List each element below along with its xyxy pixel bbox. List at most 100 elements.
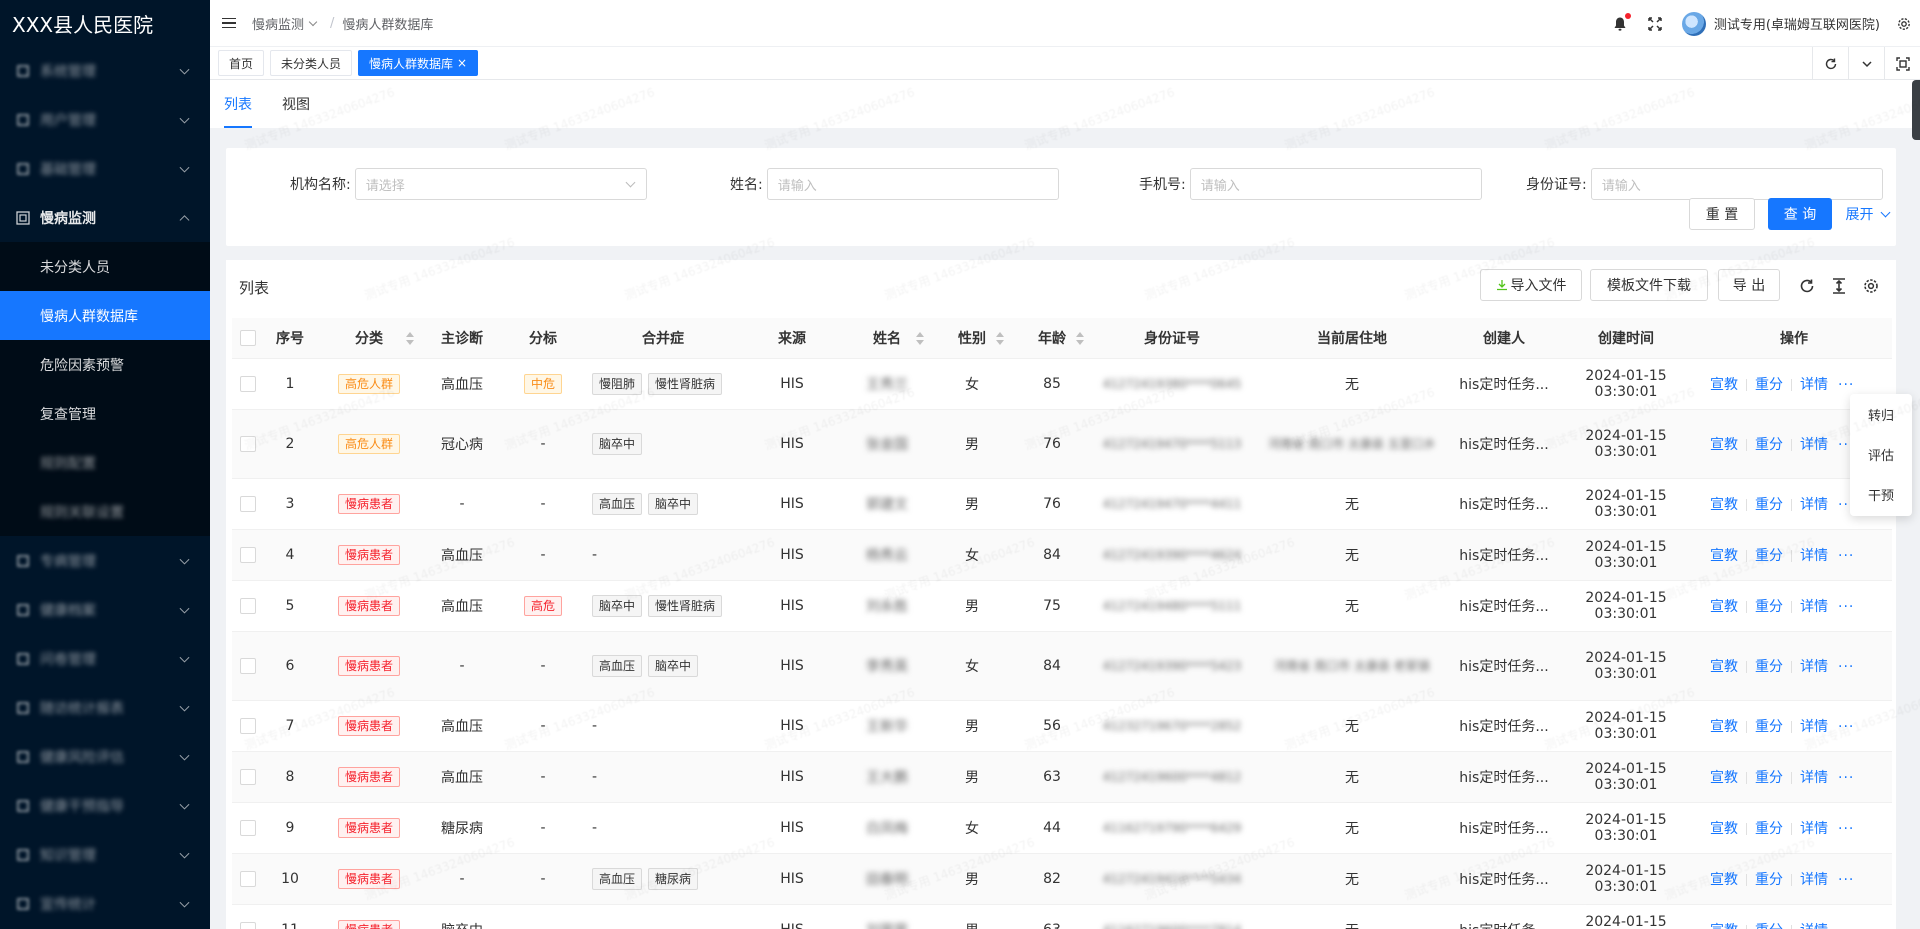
expand-button[interactable]: 展开 <box>1840 198 1894 230</box>
chevron-down-icon[interactable] <box>308 17 318 26</box>
table-row[interactable]: 1 高危人群 高血压 中危 慢阻肺 慢性肾脏病 HIS 王秀兰女 85 41272419380**… <box>232 358 1892 410</box>
row-select-cell[interactable] <box>232 700 264 752</box>
regroup-link[interactable]: 重分 <box>1755 923 1783 929</box>
sidebar-subitem-0[interactable]: 未分类人员 <box>0 242 210 291</box>
row-checkbox[interactable] <box>240 921 256 929</box>
import-file-button[interactable]: 导入文件 <box>1480 269 1582 301</box>
sidebar-subitem-1[interactable]: 慢病人群数据库 <box>0 291 210 340</box>
row-select-cell[interactable] <box>232 580 264 632</box>
row-select-cell[interactable] <box>232 529 264 581</box>
header-age[interactable]: 年龄 <box>1012 318 1092 359</box>
detail-link[interactable]: 详情 <box>1800 923 1828 929</box>
header-category[interactable]: 分类 <box>316 318 422 359</box>
username[interactable]: 测试专用(卓瑞姆互联网医院) <box>1714 14 1880 33</box>
row-checkbox[interactable] <box>240 768 256 785</box>
sidebar-subitem-2[interactable]: 危险因素预警 <box>0 340 210 389</box>
sidebar-subitem-3[interactable]: 复查管理 <box>0 389 210 438</box>
regroup-link[interactable]: 重分 <box>1755 872 1783 888</box>
table-row[interactable]: 4 慢病患者 高血压 - - HIS 杨秀云女 84 41272419390****4624 无 h… <box>232 529 1892 581</box>
row-select-cell[interactable] <box>232 409 264 479</box>
educate-link[interactable]: 宣教 <box>1710 377 1738 393</box>
row-select-cell[interactable] <box>232 853 264 905</box>
educate-link[interactable]: 宣教 <box>1710 659 1738 675</box>
table-row[interactable]: 2 高危人群 冠心病 - 脑卒中 HIS 张金国 男 76 41272419470****5113… <box>232 409 1892 479</box>
reset-button[interactable]: 重 置 <box>1689 198 1755 230</box>
menu-item-items_top-1[interactable]: 用户管理 <box>0 95 210 144</box>
more-actions-icon[interactable]: ··· <box>1838 923 1854 929</box>
menu-toggle-icon[interactable] <box>222 17 236 29</box>
tab-unclassified[interactable]: 未分类人员 <box>270 50 353 76</box>
row-select-cell[interactable] <box>232 802 264 854</box>
menu-group-chronic-monitoring[interactable]: 慢病监测 <box>0 193 210 242</box>
educate-link[interactable]: 宣教 <box>1710 548 1738 564</box>
refresh-tab-icon[interactable] <box>1812 47 1848 80</box>
regroup-link[interactable]: 重分 <box>1755 377 1783 393</box>
column-settings-gear-icon[interactable] <box>1862 277 1880 295</box>
select-all-checkbox[interactable] <box>240 329 256 346</box>
menu-item-items_bottom-2[interactable]: 问卷管理 <box>0 634 210 683</box>
more-actions-icon[interactable]: ··· <box>1838 377 1854 393</box>
regroup-link[interactable]: 重分 <box>1755 599 1783 615</box>
educate-link[interactable]: 宣教 <box>1710 437 1738 453</box>
menu-item-items_top-0[interactable]: 系统管理 <box>0 46 210 95</box>
table-row[interactable]: 8 慢病患者 高血压 - - HIS 王大鹏男 63 41272419600****4812 无 h… <box>232 751 1892 803</box>
fullscreen-icon[interactable] <box>1648 16 1662 31</box>
detail-link[interactable]: 详情 <box>1800 770 1828 786</box>
template-download-button[interactable]: 模板文件下载 <box>1590 269 1708 301</box>
row-checkbox[interactable] <box>240 546 256 563</box>
id-input[interactable]: 请输入 <box>1590 168 1883 200</box>
menu-item-items_top-2[interactable]: 基础管理 <box>0 144 210 193</box>
breadcrumb-parent[interactable]: 慢病监测 <box>252 14 304 33</box>
table-row[interactable]: 9 慢病患者 糖尿病 - - HIS 白凤梅女 44 41162719790****6429 无 h… <box>232 802 1892 854</box>
detail-link[interactable]: 详情 <box>1800 497 1828 513</box>
more-actions-icon[interactable]: ··· <box>1838 770 1854 786</box>
row-checkbox[interactable] <box>240 819 256 836</box>
menu-item-items_bottom-5[interactable]: 健康干预指导 <box>0 781 210 830</box>
header-gender[interactable]: 性别 <box>932 318 1012 359</box>
notification-bell-icon[interactable] <box>1612 12 1631 32</box>
more-actions-icon[interactable]: ··· <box>1838 599 1854 615</box>
export-button[interactable]: 导 出 <box>1718 269 1780 301</box>
row-checkbox[interactable] <box>240 375 256 392</box>
detail-link[interactable]: 详情 <box>1800 437 1828 453</box>
more-actions-icon[interactable]: ··· <box>1838 719 1854 735</box>
educate-link[interactable]: 宣教 <box>1710 719 1738 735</box>
popover-item-transfer[interactable]: 转归 <box>1850 394 1912 434</box>
row-checkbox[interactable] <box>240 870 256 887</box>
gear-icon[interactable] <box>1896 16 1912 32</box>
row-checkbox[interactable] <box>240 495 256 512</box>
regroup-link[interactable]: 重分 <box>1755 548 1783 564</box>
popover-item-assess[interactable]: 评估 <box>1850 434 1912 474</box>
more-actions-icon[interactable]: ··· <box>1838 872 1854 888</box>
regroup-link[interactable]: 重分 <box>1755 821 1783 837</box>
refresh-icon[interactable] <box>1798 277 1816 295</box>
menu-item-items_bottom-1[interactable]: 健康档案 <box>0 585 210 634</box>
more-actions-icon[interactable]: ··· <box>1838 821 1854 837</box>
regroup-link[interactable]: 重分 <box>1755 770 1783 786</box>
regroup-link[interactable]: 重分 <box>1755 437 1783 453</box>
sidebar-subitem-5[interactable]: 规则关联设置 <box>0 487 210 536</box>
name-input[interactable]: 请输入 <box>766 168 1059 200</box>
detail-link[interactable]: 详情 <box>1800 821 1828 837</box>
menu-item-items_bottom-0[interactable]: 专病管理 <box>0 536 210 585</box>
tab-chronic-database[interactable]: 慢病人群数据库 × <box>358 50 479 76</box>
close-icon[interactable]: × <box>457 56 467 70</box>
header-name[interactable]: 姓名 <box>842 318 932 359</box>
row-select-cell[interactable] <box>232 631 264 701</box>
phone-input[interactable]: 请输入 <box>1189 168 1482 200</box>
educate-link[interactable]: 宣教 <box>1710 821 1738 837</box>
table-row[interactable]: 10 慢病患者 - - 高血压 糖尿病 HIS 田春明男 82 41272419410****54… <box>232 853 1892 905</box>
menu-item-items_bottom-7[interactable]: 宣传统计 <box>0 879 210 928</box>
popover-item-intervene[interactable]: 干预 <box>1850 474 1912 514</box>
row-checkbox[interactable] <box>240 717 256 734</box>
table-row[interactable]: 5 慢病患者 高血压 高危 脑卒中 慢性肾脏病 HIS 刘永胜男 75 41272419480**… <box>232 580 1892 632</box>
table-row[interactable]: 6 慢病患者 - - 高血压 脑卒中 HIS 李秀英女 84 41272419390****542… <box>232 631 1892 701</box>
header-select-all[interactable] <box>232 318 264 359</box>
row-checkbox[interactable] <box>240 435 256 452</box>
row-select-cell[interactable] <box>232 751 264 803</box>
tab-list[interactable]: 列表 <box>224 94 252 128</box>
table-row[interactable]: 7 慢病患者 高血压 - - HIS 王新华男 56 41232719670****2852 无 h… <box>232 700 1892 752</box>
educate-link[interactable]: 宣教 <box>1710 497 1738 513</box>
maximize-icon[interactable] <box>1884 47 1920 80</box>
menu-item-items_bottom-6[interactable]: 知识管理 <box>0 830 210 879</box>
